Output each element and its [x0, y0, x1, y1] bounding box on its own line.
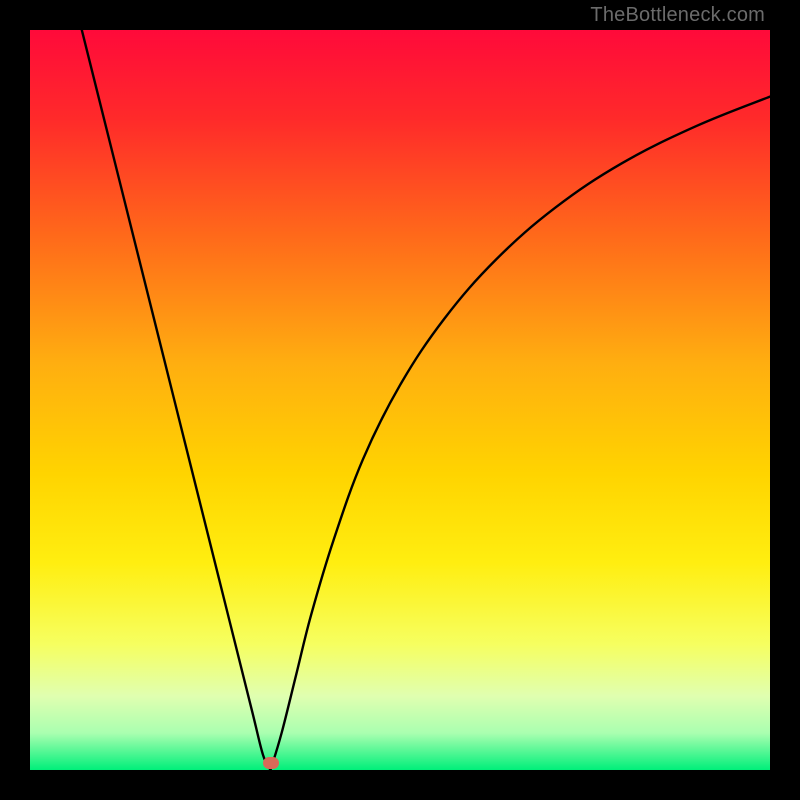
plot-area [30, 30, 770, 770]
watermark-text: TheBottleneck.com [590, 4, 765, 27]
chart-frame: TheBottleneck.com [0, 0, 800, 800]
bottleneck-curve [30, 30, 770, 770]
optimum-marker [263, 757, 279, 769]
